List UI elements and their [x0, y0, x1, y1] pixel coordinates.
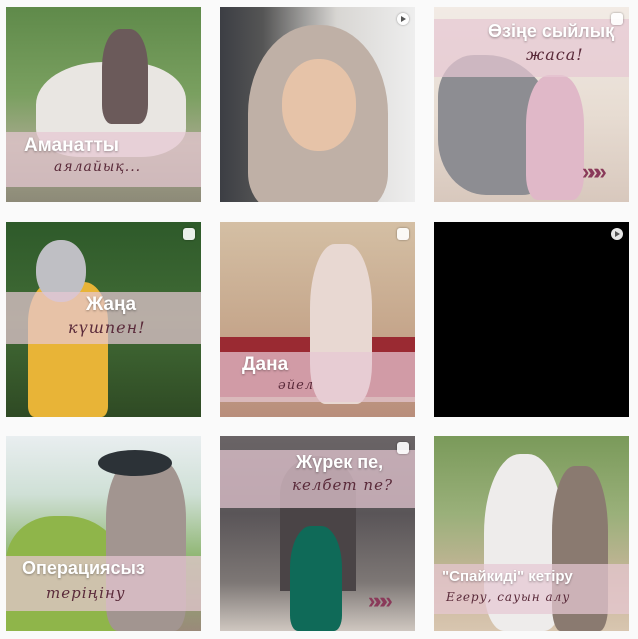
post-tile-6[interactable]: [434, 222, 629, 417]
post-title: Жаңа: [86, 294, 137, 315]
post-subtitle: күшпен!: [68, 318, 146, 337]
chevrons-icon: »»»: [368, 588, 393, 613]
post-image: [434, 222, 629, 417]
video-icon: [611, 228, 623, 240]
person-green-figure: [290, 526, 342, 631]
post-subtitle: келбет пе?: [292, 476, 393, 494]
post-tile-3[interactable]: Өзіңе сыйлық жаса! »»»: [434, 7, 629, 202]
post-subtitle: жаса!: [526, 45, 584, 64]
post-title: "Спайкиді" кетіру: [442, 568, 573, 585]
video-icon: [397, 13, 409, 25]
post-subtitle: теріңіну: [46, 584, 126, 602]
post-title: Операциясыз: [22, 558, 145, 578]
face-figure: [282, 59, 356, 151]
post-tile-2[interactable]: [220, 7, 415, 202]
post-tile-7[interactable]: Операциясыз теріңіну: [6, 436, 201, 631]
post-title: Дана: [242, 354, 289, 375]
post-title: Жүрек пе,: [296, 452, 384, 472]
post-tile-5[interactable]: Дана әйел: [220, 222, 415, 417]
rider-figure: [102, 29, 148, 124]
post-subtitle: аялайық...: [54, 159, 142, 175]
post-subtitle: Егеру, сауын алу: [446, 590, 571, 604]
post-tile-8[interactable]: Жүрек пе, келбет пе? »»»: [220, 436, 415, 631]
post-title: Өзіңе сыйлық: [488, 21, 615, 41]
carousel-icon: [611, 13, 623, 25]
carousel-icon: [397, 442, 409, 454]
carousel-icon: [397, 228, 409, 240]
hat-figure: [98, 450, 172, 476]
post-tile-4[interactable]: Жаңа күшпен!: [6, 222, 201, 417]
post-subtitle: әйел: [278, 378, 315, 393]
post-tile-9[interactable]: "Спайкиді" кетіру Егеру, сауын алу: [434, 436, 629, 631]
carousel-icon: [183, 228, 195, 240]
person-figure: [526, 75, 584, 200]
post-title: Аманатты: [24, 135, 119, 156]
post-tile-1[interactable]: Аманатты аялайық...: [6, 7, 201, 202]
profile-post-grid: Аманатты аялайық... Өзіңе сыйлық жаса! »…: [0, 0, 638, 639]
chevrons-icon: »»»: [582, 159, 607, 184]
